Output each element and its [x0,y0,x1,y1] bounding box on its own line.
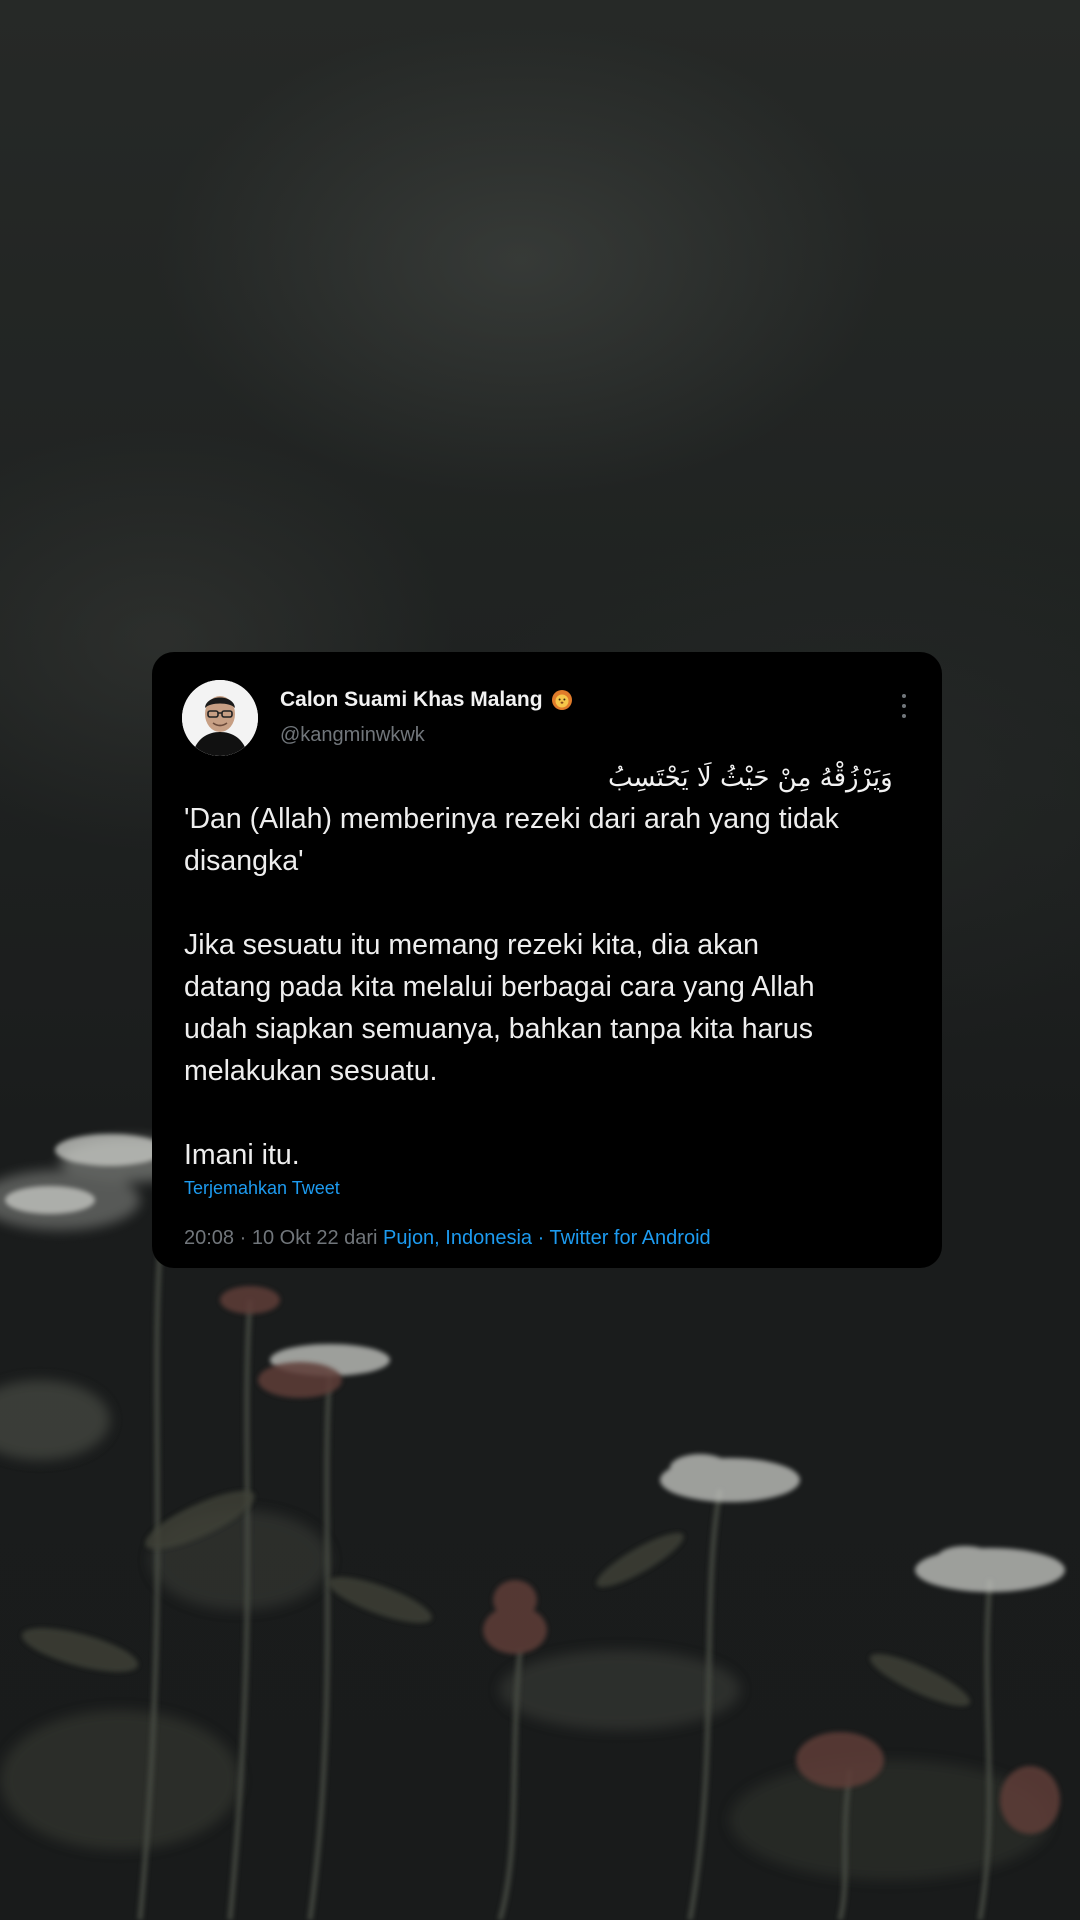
tweet-location-link[interactable]: Pujon, Indonesia [383,1227,532,1249]
tweet-text: 'Dan (Allah) memberinya rezeki dari arah… [184,803,839,1171]
more-options-icon[interactable] [900,694,908,718]
lion-emoji-icon [551,689,573,711]
tweet-client-link[interactable]: Twitter for Android [549,1227,710,1249]
author-display-name[interactable]: Calon Suami Khas Malang [280,688,543,712]
wallpaper-background: Calon Suami Khas Malang @kangminwkwk وَي… [0,0,1080,1920]
arabic-verse: وَيَرْزُقْهُ مِنْ حَيْثُ لَا يَحْتَسِبُ [608,763,893,793]
author-handle[interactable]: @kangminwkwk [280,724,425,747]
tweet-date: 10 Okt 22 [251,1227,339,1249]
meta-from-label: dari [338,1227,384,1249]
avatar[interactable] [182,680,258,756]
meta-separator: · [234,1227,252,1249]
tweet-header: Calon Suami Khas Malang @kangminwkwk [168,666,924,756]
tweet-meta: 20:08 · 10 Okt 22 dari Pujon, Indonesia … [184,1227,924,1250]
tweet-time: 20:08 [184,1227,235,1249]
tweet-card[interactable]: Calon Suami Khas Malang @kangminwkwk وَي… [152,652,942,1268]
avatar-portrait-icon [182,680,258,756]
meta-separator: · [532,1227,550,1249]
translate-tweet-link[interactable]: Terjemahkan Tweet [184,1178,924,1199]
author-name-row: Calon Suami Khas Malang [280,688,573,712]
